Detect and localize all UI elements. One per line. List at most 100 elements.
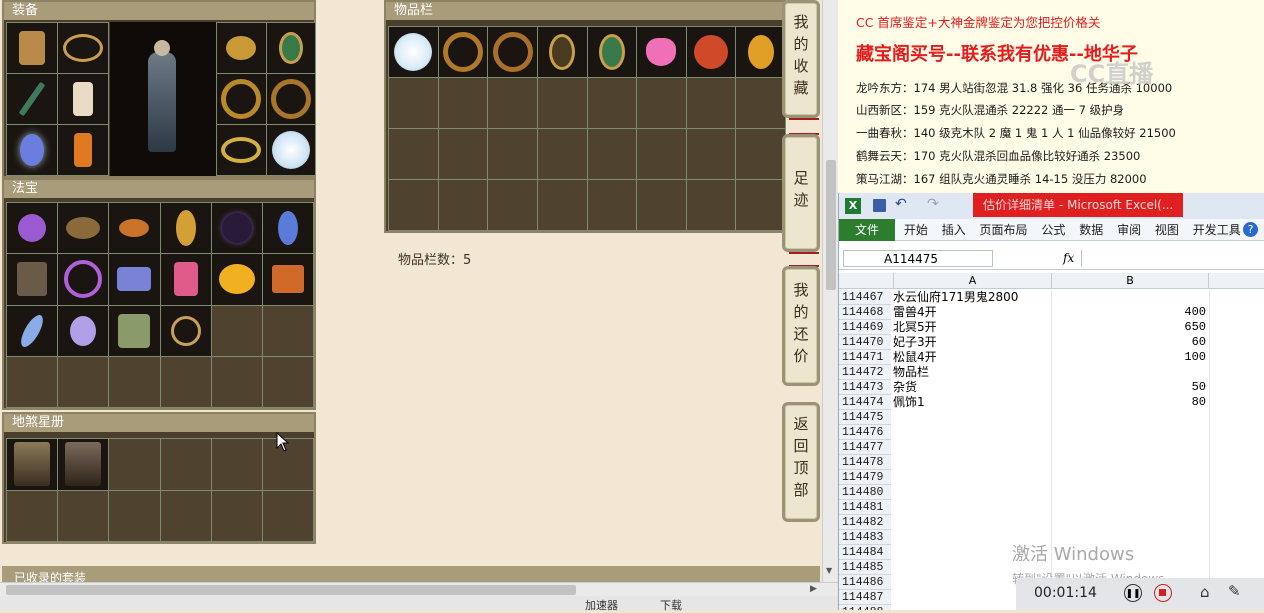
treasure-slot[interactable] [211,203,262,254]
ribbon-tab[interactable]: 审阅 [1112,219,1146,241]
camera-icon[interactable]: ⌂ [1200,583,1210,601]
inventory-slot-empty[interactable] [637,180,686,230]
row-number[interactable]: 114480 [839,485,891,500]
treasure-slot[interactable] [262,254,313,305]
cell-a[interactable]: 雷兽4开 [893,305,1051,320]
sheet-row[interactable]: 114476 [839,425,1264,440]
row-number[interactable]: 114473 [839,380,891,395]
h-scrollbar-thumb[interactable] [6,585,576,595]
equip-slot-clothes[interactable] [58,74,108,124]
row-number[interactable]: 114468 [839,305,891,320]
ribbon-tab[interactable]: 数据 [1074,219,1108,241]
cell-a[interactable]: 佩饰1 [893,395,1051,410]
equip-slot-boots[interactable] [58,125,108,175]
inventory-slot[interactable] [438,27,488,77]
inventory-slot[interactable] [686,27,736,77]
side-tab-bargain[interactable]: 我 的 还 价 [782,266,820,386]
treasure-slot-empty[interactable] [262,305,313,356]
cell-a[interactable]: 杂货 [893,380,1051,395]
equip-slot-talisman[interactable] [7,125,57,175]
scroll-down-arrow-icon[interactable]: ▼ [826,566,832,575]
star-slot-empty[interactable] [262,490,313,541]
row-number[interactable]: 114477 [839,440,891,455]
treasure-slot-empty[interactable] [211,356,262,407]
help-icon[interactable]: ? [1243,222,1258,237]
treasure-slot-empty[interactable] [7,356,58,407]
star-slot-empty[interactable] [211,439,262,490]
cell-b[interactable]: 80 [1051,395,1209,410]
sheet-row[interactable]: 114473 杂货 50 [839,380,1264,395]
pause-button[interactable]: ❚❚ [1124,584,1142,602]
cell-a[interactable]: 松鼠4开 [893,350,1051,365]
cell-b[interactable]: 400 [1051,305,1209,320]
inventory-slot[interactable] [587,27,637,77]
treasure-slot-empty[interactable] [211,305,262,356]
row-number[interactable]: 114488 [839,605,891,610]
sheet-row[interactable]: 114475 [839,410,1264,425]
star-slot-empty[interactable] [160,439,211,490]
inventory-slot-empty[interactable] [686,129,736,179]
star-slot-empty[interactable] [109,439,160,490]
cell-b[interactable]: 100 [1051,350,1209,365]
cell-b[interactable]: 50 [1051,380,1209,395]
inventory-slot[interactable] [389,27,438,77]
row-number[interactable]: 114481 [839,500,891,515]
treasure-slot[interactable] [211,254,262,305]
equip-slot-armor[interactable] [7,23,57,73]
side-tab-favorites[interactable]: 我 的 收 藏 [782,0,820,118]
equip-slot-pendant[interactable] [266,23,315,73]
inventory-slot-empty[interactable] [686,180,736,230]
treasure-slot[interactable] [58,305,109,356]
row-number[interactable]: 114467 [839,290,891,305]
sheet-row[interactable]: 114472 物品栏 [839,365,1264,380]
inventory-slot-empty[interactable] [736,180,785,230]
sheet-row[interactable]: 114470 妃子3开 60 [839,335,1264,350]
treasure-slot[interactable] [160,305,211,356]
ribbon-tab[interactable]: 开始 [899,219,933,241]
star-slot-empty[interactable] [7,490,58,541]
sheet-row[interactable]: 114482 [839,515,1264,530]
row-number[interactable]: 114472 [839,365,891,380]
stop-button[interactable] [1154,584,1172,602]
inventory-slot-empty[interactable] [438,78,488,128]
treasure-slot[interactable] [109,203,160,254]
inventory-slot-empty[interactable] [537,78,587,128]
cell-a[interactable]: 妃子3开 [893,335,1051,350]
treasure-slot[interactable] [58,203,109,254]
inventory-slot-empty[interactable] [637,129,686,179]
side-tab-footprint[interactable]: 足 迹 [782,134,820,252]
download-label[interactable]: 下载 [660,597,682,613]
equip-slot-bracelet[interactable] [217,125,266,175]
treasure-slot[interactable] [58,254,109,305]
treasure-slot[interactable] [7,203,58,254]
fx-icon[interactable]: fx [1063,251,1074,265]
scrollbar-thumb[interactable] [826,160,836,290]
row-number[interactable]: 114474 [839,395,891,410]
equip-slot-ring-1[interactable] [217,74,266,124]
treasure-slot[interactable] [109,305,160,356]
row-number[interactable]: 114484 [839,545,891,560]
ribbon-tab[interactable]: 插入 [937,219,971,241]
row-number[interactable]: 114483 [839,530,891,545]
sheet-row[interactable]: 114481 [839,500,1264,515]
star-slot-empty[interactable] [58,490,109,541]
inventory-slot[interactable] [736,27,785,77]
star-card[interactable] [58,439,109,490]
sheet-row[interactable]: 114474 佩饰1 80 [839,395,1264,410]
inventory-slot-empty[interactable] [389,129,438,179]
inventory-slot-empty[interactable] [736,78,785,128]
sheet-row[interactable]: 114477 [839,440,1264,455]
treasure-slot[interactable] [109,254,160,305]
star-slot-empty[interactable] [160,490,211,541]
row-number[interactable]: 114471 [839,350,891,365]
inventory-slot-empty[interactable] [537,129,587,179]
row-number[interactable]: 114470 [839,335,891,350]
undo-icon[interactable]: ↶ [895,196,907,212]
cell-a[interactable]: 北冥5开 [893,320,1051,335]
cell-b[interactable]: 60 [1051,335,1209,350]
column-header-a[interactable]: A [893,273,1051,289]
save-icon[interactable] [873,199,886,212]
inventory-slot-empty[interactable] [438,129,488,179]
row-number[interactable]: 114469 [839,320,891,335]
cell-a[interactable]: 物品栏 [893,365,1051,380]
